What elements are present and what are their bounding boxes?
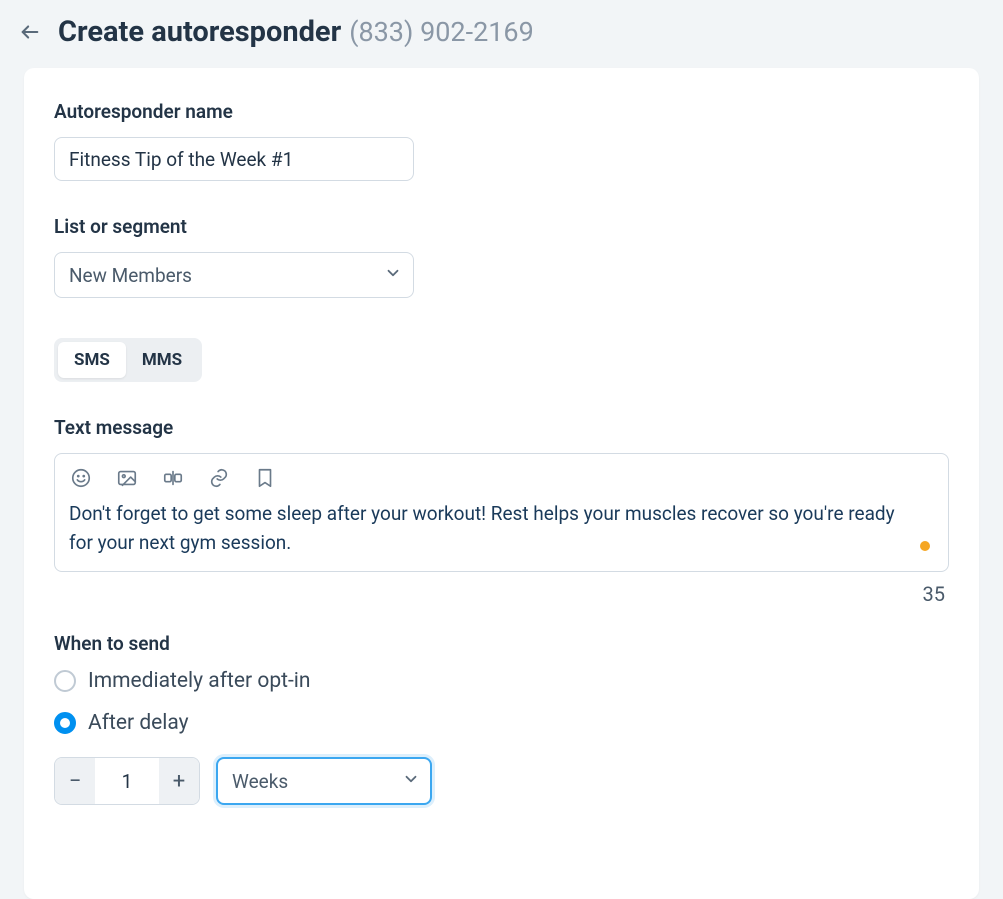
sms-toggle[interactable]: SMS <box>58 342 126 378</box>
stepper-decrement[interactable]: − <box>55 758 95 804</box>
radio-delay-label: After delay <box>88 711 189 735</box>
autoresponder-name-label: Autoresponder name <box>54 100 949 123</box>
status-dot <box>920 541 930 551</box>
delay-stepper: − + <box>54 757 200 805</box>
mms-toggle[interactable]: MMS <box>126 342 198 378</box>
when-to-send-label: When to send <box>54 632 949 655</box>
bookmark-icon[interactable] <box>253 466 277 490</box>
radio-circle-checked-icon <box>54 712 76 734</box>
message-type-toggle: SMS MMS <box>54 338 202 382</box>
message-text[interactable]: Don't forget to get some sleep after you… <box>69 500 934 557</box>
page-title: Create autoresponder <box>58 15 341 49</box>
back-button[interactable] <box>12 14 48 50</box>
link-icon[interactable] <box>207 466 231 490</box>
autoresponder-name-input[interactable] <box>54 137 414 181</box>
list-segment-label: List or segment <box>54 215 949 238</box>
radio-after-delay[interactable]: After delay <box>54 711 949 735</box>
delay-unit-select[interactable] <box>216 757 432 805</box>
emoji-icon[interactable] <box>69 466 93 490</box>
text-message-label: Text message <box>54 416 949 439</box>
stepper-increment[interactable]: + <box>159 758 199 804</box>
delay-value-input[interactable] <box>95 758 159 804</box>
arrow-left-icon <box>19 21 41 43</box>
radio-immediate-label: Immediately after opt-in <box>88 669 311 693</box>
form-card: Autoresponder name List or segment SMS M… <box>24 68 979 899</box>
radio-immediate[interactable]: Immediately after opt-in <box>54 669 949 693</box>
list-segment-select[interactable] <box>54 252 414 298</box>
page-subtitle-phone: (833) 902-2169 <box>349 16 534 48</box>
radio-circle-icon <box>54 670 76 692</box>
message-editor[interactable]: Don't forget to get some sleep after you… <box>54 453 949 572</box>
image-icon[interactable] <box>115 466 139 490</box>
insert-field-icon[interactable] <box>161 466 185 490</box>
character-count: 35 <box>54 582 949 606</box>
